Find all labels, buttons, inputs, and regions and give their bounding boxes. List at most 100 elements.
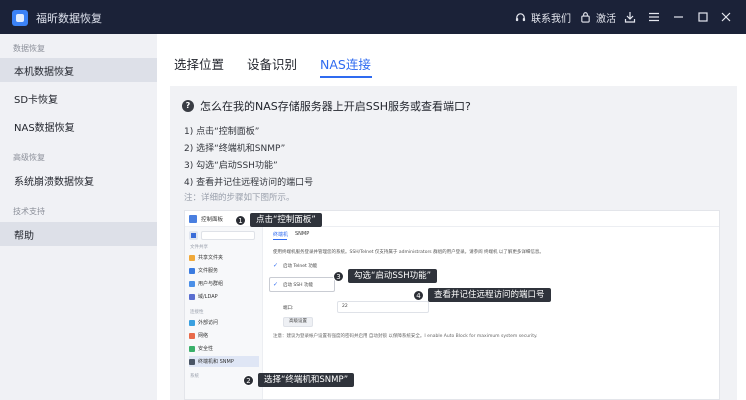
main-content: 选择位置 设备识别 NAS连接 ? 怎么在我的NAS存储服务器上开启SSH服务或… (157, 34, 746, 400)
minimize-icon (674, 16, 683, 18)
cp-item-label: 共享文件夹 (198, 255, 224, 261)
cp-group-system: 系统 (190, 374, 199, 379)
active-tab-indicator (320, 76, 372, 78)
globe-icon (189, 319, 195, 326)
shield-icon (189, 345, 195, 352)
app-logo-icon (12, 10, 28, 26)
maximize-icon (698, 12, 708, 22)
cp-tab-snmp: SNMP (295, 231, 310, 237)
contact-us-button[interactable]: 联系我们 (515, 0, 571, 34)
port-label: 端口: (283, 306, 294, 311)
step-4: 4) 查看并记住远程访问的端口号 (184, 178, 314, 188)
callout-label: 选择“终端机和SNMP” (258, 373, 355, 387)
help-card: ? 怎么在我的NAS存储服务器上开启SSH服务或查看端口? 1) 点击“控制面板… (170, 86, 737, 400)
ssh-label: 启动 SSH 功能 (283, 283, 313, 288)
cp-item-label: 外部访问 (198, 320, 219, 326)
callout-1: 1 点击“控制面板” (235, 213, 322, 227)
activate-button[interactable]: 激活 (580, 0, 616, 34)
cp-item-terminal-snmp: 终端机和 SNMP (189, 356, 259, 367)
callout-number: 2 (243, 374, 254, 386)
telnet-checkbox: ✓ 启动 Telnet 功能 (273, 262, 318, 270)
cp-group-connectivity: 连接性 (190, 310, 204, 315)
contact-us-label: 联系我们 (531, 13, 571, 25)
file-service-icon (189, 267, 195, 274)
ldap-icon (189, 293, 195, 300)
tutorial-screenshot: 控制面板 文件共享 共享文件夹 文件服务 用户与群组 域/LDAP 连接性 外部… (184, 210, 720, 400)
step-1: 1) 点击“控制面板” (184, 127, 260, 137)
cp-item-file-services: 文件服务 (189, 265, 259, 276)
maximize-button[interactable] (698, 0, 708, 34)
callout-number: 1 (235, 214, 246, 226)
callout-3: 3 勾选“启动SSH功能” (333, 269, 437, 283)
home-icon (189, 231, 198, 240)
sidebar-group-advanced: 高级恢复 (13, 153, 45, 162)
close-icon (721, 12, 731, 22)
download-icon (624, 12, 636, 23)
tab-select-location[interactable]: 选择位置 (174, 54, 224, 73)
cp-item-label: 域/LDAP (198, 294, 218, 300)
sidebar-item-nas[interactable]: NAS数据恢复 (0, 114, 157, 138)
cp-tab-indicator (273, 239, 287, 240)
ssh-checkbox: ✓ 启动 SSH 功能 (273, 281, 313, 289)
minimize-button[interactable] (673, 0, 684, 34)
cp-item-label: 终端机和 SNMP (198, 359, 234, 365)
tab-device-detection[interactable]: 设备识别 (247, 54, 297, 73)
callout-label: 查看并记住远程访问的端口号 (428, 288, 551, 302)
menu-button[interactable] (648, 0, 660, 34)
telnet-label: 启动 Telnet 功能 (283, 264, 318, 269)
step-note: 注：详细的步骤如下图所示。 (184, 193, 295, 203)
sidebar-group-support: 技术支持 (13, 207, 45, 216)
cp-item-network: 网络 (189, 330, 259, 341)
cp-item-external-access: 外部访问 (189, 317, 259, 328)
port-field: 22 (337, 301, 429, 313)
cp-tab-terminal: 终端机 (273, 232, 289, 238)
faq-question: 怎么在我的NAS存储服务器上开启SSH服务或查看端口? (200, 100, 471, 113)
callout-2: 2 选择“终端机和SNMP” (243, 373, 355, 387)
checkmark-icon: ✓ (273, 281, 279, 288)
tab-nas-connection[interactable]: NAS连接 (320, 54, 371, 73)
step-2: 2) 选择“终端机和SNMP” (184, 144, 286, 154)
sidebar-group-data-recovery: 数据恢复 (13, 44, 45, 53)
advanced-settings-button: 高级设置 (283, 317, 313, 327)
sidebar-item-system-crash[interactable]: 系统崩溃数据恢复 (0, 168, 157, 192)
terminal-icon (189, 358, 195, 365)
callout-number: 3 (333, 270, 344, 282)
cp-item-label: 文件服务 (198, 268, 219, 274)
cp-item-shared-folder: 共享文件夹 (189, 252, 259, 263)
sidebar: 数据恢复 本机数据恢复 SD卡恢复 NAS数据恢复 高级恢复 系统崩溃数据恢复 … (0, 34, 157, 400)
cp-item-security: 安全性 (189, 343, 259, 354)
terminal-description: 使用终端机服务登录并管理您的系统。SSH/Telnet 仅支持属于 admini… (273, 250, 544, 255)
network-icon (189, 332, 195, 339)
cp-item-ldap: 域/LDAP (189, 291, 259, 302)
sidebar-item-sd-card[interactable]: SD卡恢复 (0, 86, 157, 110)
sidebar-item-help[interactable]: 帮助 (0, 222, 157, 246)
callout-label: 点击“控制面板” (250, 213, 322, 227)
cp-item-label: 安全性 (198, 346, 214, 352)
close-button[interactable] (721, 0, 731, 34)
cp-item-users: 用户与群组 (189, 278, 259, 289)
app-title: 福昕数据恢复 (36, 12, 102, 25)
title-bar: 福昕数据恢复 联系我们 激活 (0, 0, 746, 34)
callout-number: 4 (413, 289, 424, 301)
faq-title: ? 怎么在我的NAS存储服务器上开启SSH服务或查看端口? (182, 98, 471, 114)
security-note: 注意：建议为登录帐户设置有强度的密码并启用 自动封锁 以保障系统安全。I ena… (273, 334, 538, 339)
hamburger-menu-icon (649, 12, 659, 22)
mini-search-input (201, 231, 255, 240)
activate-label: 激活 (596, 13, 616, 25)
lock-icon (581, 12, 590, 23)
folder-icon (189, 254, 195, 261)
callout-4: 4 查看并记住远程访问的端口号 (413, 288, 551, 302)
cp-group-file-sharing: 文件共享 (190, 245, 208, 250)
step-3: 3) 勾选“启动SSH功能” (184, 161, 278, 171)
control-panel-title: 控制面板 (201, 217, 224, 223)
cp-item-label: 用户与群组 (198, 281, 224, 287)
headset-icon (515, 12, 526, 21)
users-icon (189, 280, 195, 287)
cp-item-label: 网络 (198, 333, 209, 339)
checkmark-icon: ✓ (273, 262, 279, 269)
tab-bar: 选择位置 设备识别 NAS连接 (157, 34, 746, 86)
question-icon: ? (182, 100, 194, 112)
download-button[interactable] (624, 0, 636, 34)
control-panel-icon (189, 215, 197, 223)
sidebar-item-local-recovery[interactable]: 本机数据恢复 (0, 58, 157, 82)
